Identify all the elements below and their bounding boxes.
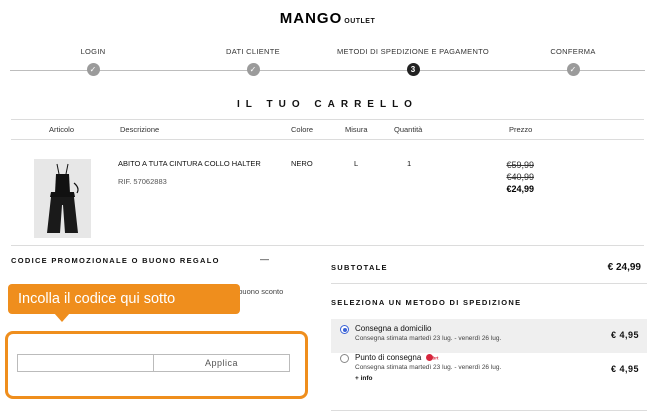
- price-original: €59,99: [506, 160, 534, 170]
- col-color: Colore: [291, 125, 314, 134]
- apply-button[interactable]: Applica: [153, 354, 290, 372]
- collapse-toggle-icon[interactable]: —: [260, 254, 269, 264]
- option-price: € 4,95: [610, 364, 639, 374]
- radio-button[interactable]: [340, 354, 349, 363]
- step-login[interactable]: LOGIN ✓: [8, 47, 178, 76]
- logo-sub: OUTLET: [344, 18, 376, 25]
- price-final: €24,99: [506, 184, 534, 194]
- divider: [331, 283, 647, 284]
- product-quantity: 1: [407, 159, 412, 168]
- callout-pointer: [54, 313, 70, 322]
- brt-logo-icon: [425, 354, 433, 362]
- subtotal-value: € 24,99: [607, 262, 641, 273]
- col-description: Descrizione: [120, 125, 160, 134]
- more-info-link[interactable]: + info: [355, 375, 373, 382]
- product-thumbnail[interactable]: [34, 159, 91, 238]
- option-name: Consegna a domicilio: [355, 324, 432, 333]
- carrier-label: brt: [432, 355, 439, 361]
- shipping-title: SELEZIONA UN METODO DI SPEDIZIONE: [331, 298, 522, 307]
- step-label: DATI CLIENTE: [226, 47, 280, 56]
- logo-brand: MANGO: [279, 10, 343, 27]
- divider: [11, 119, 644, 120]
- checkmark-icon: ✓: [86, 63, 100, 76]
- step-label: METODI DI SPEDIZIONE E PAGAMENTO: [336, 47, 490, 56]
- col-article: Articolo: [49, 125, 75, 134]
- col-price: Prezzo: [509, 125, 533, 134]
- col-size: Misura: [345, 125, 368, 134]
- step-shipping-payment: METODI DI SPEDIZIONE E PAGAMENTO 3: [328, 47, 498, 76]
- option-name: Punto di consegna: [355, 353, 422, 362]
- shipping-option-pickup[interactable]: Punto di consegna brt Consegna stimata m…: [331, 348, 647, 388]
- product-color: NERO: [291, 159, 313, 168]
- option-estimate: Consegna stimata martedì 23 lug. - vener…: [355, 335, 502, 342]
- divider: [11, 139, 644, 140]
- step-number: 3: [406, 63, 420, 76]
- option-estimate: Consegna stimata martedì 23 lug. - vener…: [355, 364, 502, 371]
- step-customer-data[interactable]: DATI CLIENTE ✓: [168, 47, 338, 76]
- divider: [331, 410, 647, 411]
- product-name[interactable]: ABITO A TUTA CINTURA COLLO HALTER: [118, 159, 268, 168]
- cart-title: IL TUO CARRELLO: [237, 99, 418, 110]
- option-price: € 4,95: [610, 330, 639, 340]
- radio-button[interactable]: [340, 325, 349, 334]
- col-quantity: Quantità: [394, 125, 423, 134]
- checkmark-icon: ✓: [246, 63, 260, 76]
- option-name-wrap: Punto di consegna brt: [355, 353, 439, 362]
- divider: [11, 245, 644, 246]
- promo-code-input[interactable]: [17, 354, 154, 372]
- instruction-callout: Incolla il codice qui sotto: [8, 284, 240, 314]
- checkmark-icon: ✓: [566, 63, 580, 76]
- step-confirm: CONFERMA ✓: [488, 47, 655, 76]
- product-size: L: [354, 159, 359, 168]
- subtotal-label: SUBTOTALE: [331, 263, 388, 272]
- product-ref: RIF. 57062883: [118, 177, 167, 186]
- checkout-progress: LOGIN ✓ DATI CLIENTE ✓ METODI DI SPEDIZI…: [0, 47, 655, 87]
- promo-title[interactable]: CODICE PROMOZIONALE O BUONO REGALO: [11, 256, 220, 265]
- mango-outlet-logo[interactable]: MANGO OUTLET: [0, 10, 655, 28]
- price-previous: €40,99: [506, 172, 534, 182]
- step-label: LOGIN: [80, 47, 106, 56]
- step-label: CONFERMA: [550, 47, 596, 56]
